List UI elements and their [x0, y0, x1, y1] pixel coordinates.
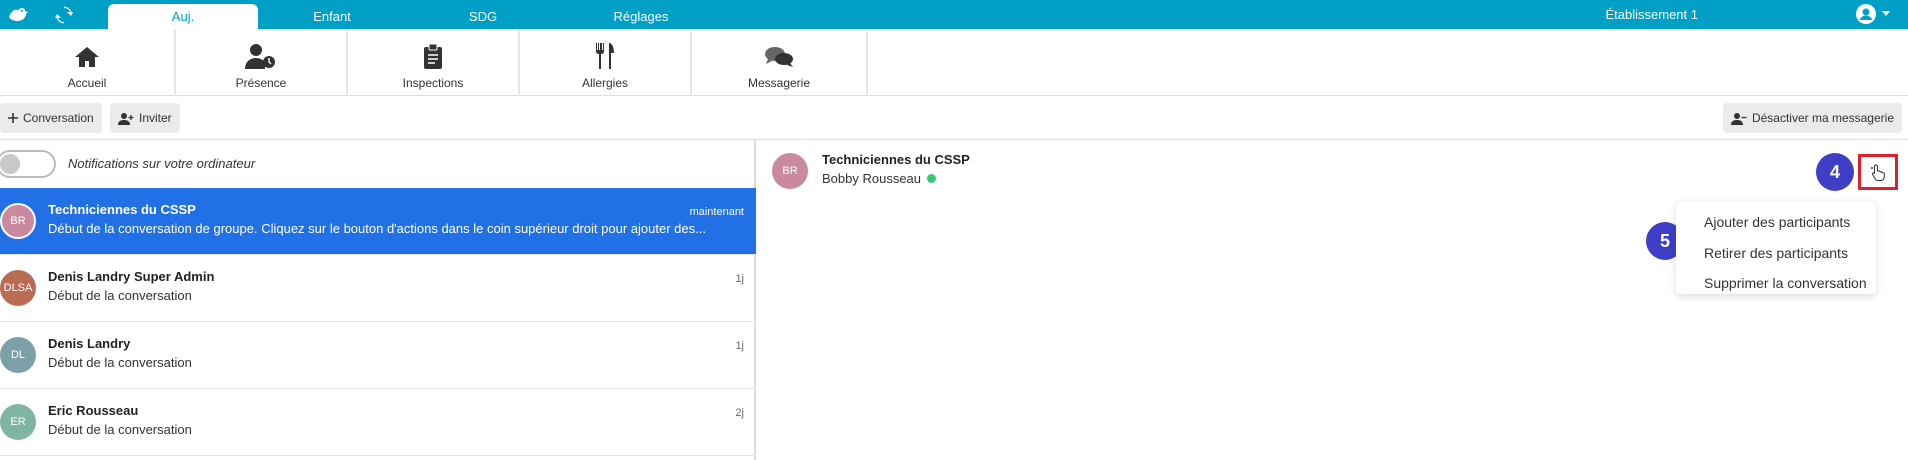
module-messaging[interactable]: Messagerie	[692, 29, 868, 96]
conversation-preview: Début de la conversation de groupe. Cliq…	[48, 221, 706, 236]
user-avatar-icon	[1856, 4, 1876, 24]
hand-pointer-icon	[1871, 164, 1885, 181]
plus-icon	[8, 113, 18, 123]
invite-label: Inviter	[139, 111, 172, 125]
tab-today[interactable]: Auj.	[108, 4, 258, 29]
notification-setting: Notifications sur votre ordinateur	[0, 140, 756, 188]
establishment-selector[interactable]: Établissement 1	[1606, 0, 1699, 29]
module-nav: Accueil Présence Inspections Allergies M…	[0, 29, 1908, 96]
conversation-preview: Début de la conversation	[48, 422, 192, 437]
tab-child[interactable]: Enfant	[292, 4, 372, 29]
logo-icon[interactable]	[6, 4, 30, 26]
conversation-item[interactable]: BR Techniciennes du CSSP Début de la con…	[0, 188, 756, 255]
delete-conversation-menu-item[interactable]: Supprimer la conversation	[1704, 275, 1867, 291]
module-label: Messagerie	[747, 76, 811, 90]
chat-participant: Bobby Rousseau	[822, 171, 937, 186]
tab-settings[interactable]: Réglages	[596, 4, 686, 29]
module-label: Allergies	[581, 76, 629, 90]
user-menu[interactable]	[1856, 4, 1890, 24]
tab-sdg[interactable]: SDG	[448, 4, 518, 29]
conversation-time: maintenant	[689, 206, 744, 218]
module-allergies[interactable]: Allergies	[520, 29, 692, 96]
conversation-time: 2j	[735, 407, 744, 419]
participant-name: Bobby Rousseau	[822, 171, 922, 186]
avatar: BR	[772, 153, 808, 189]
conversation-actions-button[interactable]	[1858, 154, 1898, 190]
chat-pane: BR Techniciennes du CSSP Bobby Rousseau …	[758, 140, 1908, 460]
refresh-icon[interactable]	[52, 4, 76, 26]
chat-title: Techniciennes du CSSP	[822, 152, 970, 167]
conversation-name: Techniciennes du CSSP	[48, 202, 196, 217]
avatar: ER	[0, 404, 36, 440]
add-user-icon	[118, 112, 134, 125]
module-inspections[interactable]: Inspections	[348, 29, 520, 96]
conversation-preview: Début de la conversation	[48, 288, 192, 303]
avatar: DLSA	[0, 270, 36, 306]
module-label: Inspections	[402, 76, 464, 90]
avatar: DL	[0, 337, 36, 373]
messaging-toolbar: Conversation Inviter Désactiver ma messa…	[0, 96, 1908, 140]
chat-bubbles-icon	[765, 47, 793, 67]
avatar: BR	[0, 203, 36, 239]
utensils-icon	[596, 43, 614, 69]
module-label: Présence	[235, 76, 287, 90]
disable-messaging-label: Désactiver ma messagerie	[1751, 111, 1894, 125]
notifications-label: Notifications sur votre ordinateur	[68, 156, 256, 171]
clipboard-icon	[424, 43, 442, 69]
conversation-name: Denis Landry Super Admin	[48, 269, 215, 284]
chevron-down-icon	[1882, 11, 1890, 16]
top-bar: Auj. Enfant SDG Réglages Établissement 1	[0, 0, 1908, 29]
new-conversation-button[interactable]: Conversation	[0, 103, 102, 133]
conversation-actions-menu: Ajouter des participants Retirer des par…	[1676, 202, 1876, 294]
conversation-item[interactable]: DL Denis Landry Début de la conversation…	[0, 322, 756, 389]
conversation-preview: Début de la conversation	[48, 355, 192, 370]
remove-participants-menu-item[interactable]: Retirer des participants	[1704, 245, 1848, 261]
conversation-time: 1j	[735, 340, 744, 352]
step-badge-4: 4	[1816, 153, 1854, 191]
conversation-item[interactable]: DLSA Denis Landry Super Admin Début de l…	[0, 255, 756, 322]
conversation-list-pane: Notifications sur votre ordinateur BR Te…	[0, 140, 756, 460]
disable-messaging-button[interactable]: Désactiver ma messagerie	[1722, 103, 1902, 133]
conversation-name: Eric Rousseau	[48, 403, 139, 418]
module-presence[interactable]: Présence	[176, 29, 348, 96]
remove-user-icon	[1730, 112, 1747, 125]
add-participants-menu-item[interactable]: Ajouter des participants	[1704, 214, 1850, 230]
online-status-icon	[927, 174, 937, 183]
module-home[interactable]: Accueil	[0, 29, 176, 96]
notifications-toggle[interactable]	[0, 150, 56, 178]
invite-button[interactable]: Inviter	[110, 103, 180, 133]
conversation-name: Denis Landry	[48, 336, 131, 351]
conversation-item[interactable]: ER Eric Rousseau Début de la conversatio…	[0, 389, 756, 456]
presence-icon	[245, 44, 275, 69]
module-label: Accueil	[67, 76, 107, 90]
conversation-time: 1j	[735, 273, 744, 285]
home-icon	[75, 47, 99, 67]
new-conversation-label: Conversation	[23, 111, 94, 125]
